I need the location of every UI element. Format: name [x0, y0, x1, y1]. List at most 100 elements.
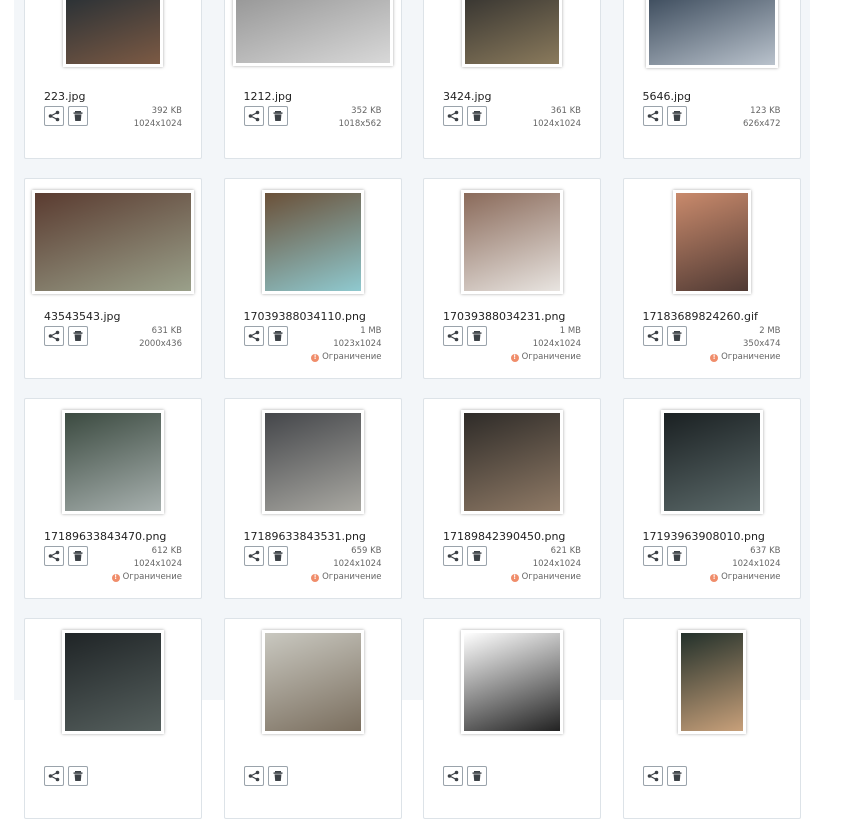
delete-button[interactable]	[467, 326, 487, 346]
card-actions	[44, 106, 88, 126]
warning-icon: !	[111, 573, 120, 582]
share-icon	[48, 770, 60, 782]
image-card[interactable]: 17039388034231.png 1 MB 1024x1024 ! Огра…	[423, 178, 601, 379]
thumbnail-image[interactable]	[461, 410, 563, 514]
image-card[interactable]: 3424.jpg 361 KB 1024x1024	[423, 0, 601, 159]
card-actions	[243, 546, 288, 566]
file-name: 17189842390450.png	[443, 530, 566, 543]
thumbnail-image[interactable]	[62, 630, 164, 734]
delete-button[interactable]	[666, 766, 687, 786]
image-card[interactable]	[24, 618, 202, 819]
image-card[interactable]	[622, 618, 801, 819]
card-actions	[243, 106, 288, 126]
file-meta: 621 KB 1024x1024 ! Ограничение	[510, 545, 581, 584]
share-button[interactable]	[44, 106, 64, 126]
thumbnail-image[interactable]	[261, 410, 364, 514]
share-button[interactable]	[642, 326, 663, 346]
share-button[interactable]	[443, 546, 463, 566]
share-button[interactable]	[243, 546, 264, 566]
delete-button[interactable]	[68, 766, 88, 786]
warning-icon: !	[311, 573, 320, 582]
thumbnail-image[interactable]	[261, 630, 364, 734]
image-card[interactable]: 5646.jpg 123 KB 626x472	[622, 0, 801, 159]
file-meta: 1 MB 1023x1024 ! Ограничение	[311, 325, 382, 364]
thumbnail-image[interactable]	[32, 190, 194, 294]
image-card[interactable]: 17039388034110.png 1 MB 1023x1024 ! Огра…	[223, 178, 402, 379]
share-button[interactable]	[443, 106, 463, 126]
file-name: 17183689824260.gif	[642, 310, 758, 323]
share-button[interactable]	[243, 326, 264, 346]
share-button[interactable]	[443, 326, 463, 346]
image-card[interactable]: 17189633843531.png 659 KB 1024x1024 ! Ог…	[223, 398, 402, 599]
delete-button[interactable]	[467, 106, 487, 126]
thumbnail-frame	[25, 190, 201, 294]
thumbnail-image[interactable]	[232, 0, 393, 66]
thumbnail-frame	[424, 0, 600, 73]
image-card[interactable]: 17193963908010.png 637 KB 1024x1024 ! Ог…	[622, 398, 801, 599]
delete-button[interactable]	[666, 106, 687, 126]
delete-button[interactable]	[68, 326, 88, 346]
image-dimensions: 1024x1024	[333, 559, 382, 569]
file-meta: 361 KB 1024x1024	[533, 105, 581, 131]
share-button[interactable]	[44, 326, 64, 346]
gallery-panel: 223.jpg 392 KB 1024x1024 1212.jpg 352 KB…	[14, 0, 810, 819]
delete-button[interactable]	[267, 106, 288, 126]
warning-icon: !	[510, 353, 519, 362]
delete-button[interactable]	[68, 106, 88, 126]
share-button[interactable]	[44, 766, 64, 786]
file-meta: 659 KB 1024x1024 ! Ограничение	[311, 545, 382, 584]
restriction-badge: ! Ограничение	[311, 351, 382, 364]
delete-button[interactable]	[267, 326, 288, 346]
share-button[interactable]	[243, 766, 264, 786]
image-card[interactable]: 17189842390450.png 621 KB 1024x1024 ! Ог…	[423, 398, 601, 599]
delete-button[interactable]	[666, 326, 687, 346]
card-actions	[642, 766, 687, 786]
delete-button[interactable]	[267, 766, 288, 786]
delete-button[interactable]	[467, 766, 487, 786]
file-name: 17039388034231.png	[443, 310, 566, 323]
file-size: 637 KB	[750, 546, 781, 556]
thumbnail-image[interactable]	[462, 0, 562, 67]
thumbnail-image[interactable]	[62, 410, 164, 514]
trash-icon	[73, 331, 83, 341]
image-card[interactable]: 17189633843470.png 612 KB 1024x1024 ! Ог…	[24, 398, 202, 599]
trash-icon	[273, 111, 282, 121]
image-card[interactable]	[223, 618, 402, 819]
delete-button[interactable]	[267, 546, 288, 566]
restriction-badge: ! Ограничение	[710, 351, 781, 364]
card-actions	[243, 326, 288, 346]
thumbnail-image[interactable]	[677, 630, 746, 734]
thumbnail-image[interactable]	[645, 0, 778, 68]
share-button[interactable]	[642, 106, 663, 126]
image-card[interactable]: 43543543.jpg 631 KB 2000x436	[24, 178, 202, 379]
share-icon	[248, 550, 259, 562]
delete-button[interactable]	[666, 546, 687, 566]
delete-button[interactable]	[68, 546, 88, 566]
thumbnail-frame	[25, 0, 201, 73]
thumbnail-image[interactable]	[672, 190, 751, 294]
share-button[interactable]	[642, 766, 663, 786]
image-card[interactable]: 223.jpg 392 KB 1024x1024	[24, 0, 202, 159]
image-dimensions: 1018x562	[338, 119, 382, 129]
thumbnail-image[interactable]	[63, 0, 163, 67]
image-card[interactable]	[423, 618, 601, 819]
thumbnail-frame	[424, 410, 600, 514]
warning-icon: !	[311, 353, 320, 362]
share-button[interactable]	[44, 546, 64, 566]
thumbnail-frame	[225, 0, 401, 73]
thumbnail-image[interactable]	[461, 190, 563, 294]
image-card[interactable]: 1212.jpg 352 KB 1018x562	[223, 0, 402, 159]
share-icon	[248, 110, 259, 122]
thumbnail-image[interactable]	[261, 190, 364, 294]
share-button[interactable]	[443, 766, 463, 786]
delete-button[interactable]	[467, 546, 487, 566]
thumbnail-image[interactable]	[660, 410, 763, 514]
image-card[interactable]: 17183689824260.gif 2 MB 350x474 ! Ограни…	[622, 178, 801, 379]
restriction-badge: ! Ограничение	[510, 351, 581, 364]
share-button[interactable]	[642, 546, 663, 566]
image-dimensions: 1024x1024	[532, 559, 581, 569]
share-button[interactable]	[243, 106, 264, 126]
thumbnail-frame	[624, 0, 800, 73]
thumbnail-image[interactable]	[461, 630, 563, 734]
thumbnail-frame	[424, 630, 600, 734]
